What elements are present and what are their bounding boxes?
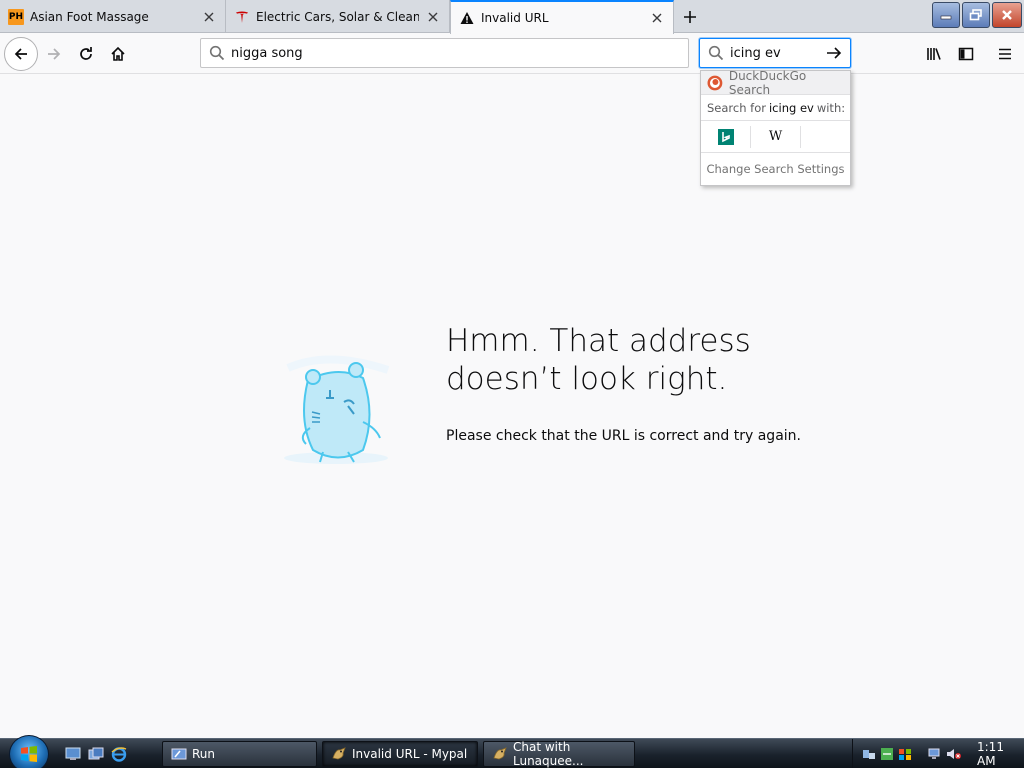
home-icon (111, 46, 125, 61)
url-bar[interactable]: nigga song (200, 38, 689, 68)
new-tab-button[interactable] (677, 4, 703, 30)
arrow-right-icon (827, 47, 842, 59)
bing-engine-button[interactable] (701, 125, 751, 148)
error-description: Please check that the URL is correct and… (446, 428, 801, 444)
sidebar-button[interactable] (950, 38, 982, 70)
url-input[interactable]: nigga song (231, 46, 303, 61)
minimize-icon (940, 15, 952, 20)
taskbar: Run Invalid URL - Mypal Chat with Lunaqu… (0, 735, 1024, 768)
show-desktop-button[interactable] (64, 745, 82, 763)
internet-explorer-button[interactable] (110, 745, 128, 763)
search-for-prefix: Search for (707, 100, 766, 115)
monitor-network-icon[interactable] (928, 746, 943, 762)
update-icon[interactable] (879, 746, 894, 762)
back-button[interactable] (4, 37, 38, 71)
restore-button[interactable] (962, 2, 990, 28)
start-button[interactable] (9, 735, 49, 768)
error-title: Hmm. That address doesn’t look right. (446, 323, 751, 397)
current-engine-row[interactable]: DuckDuckGo Search (701, 68, 850, 97)
task-mypal[interactable]: Invalid URL - Mypal (322, 741, 478, 767)
duckduckgo-icon (707, 75, 723, 90)
close-icon[interactable] (649, 10, 665, 26)
change-search-settings-button[interactable]: Change Search Settings (701, 153, 850, 185)
tab-asian-foot-massage[interactable]: PH Asian Foot Massage (0, 0, 226, 33)
forward-arrow-icon (48, 48, 61, 60)
back-arrow-icon (14, 48, 27, 60)
search-icon (209, 45, 225, 61)
search-input[interactable]: icing ev (730, 46, 822, 61)
search-go-button[interactable] (822, 41, 846, 65)
chat-icon (492, 746, 508, 762)
clock[interactable]: 1:11 AM (977, 740, 1024, 768)
engine-label: DuckDuckGo Search (728, 68, 807, 97)
tesla-icon (234, 9, 250, 25)
minimize-button[interactable] (932, 2, 960, 28)
close-icon[interactable] (201, 9, 217, 25)
network-icon[interactable] (861, 746, 876, 762)
task-chat[interactable]: Chat with Lunaquee... (483, 740, 635, 768)
search-for-term: icing ev (768, 100, 814, 115)
warning-icon (459, 10, 475, 26)
security-center-icon[interactable] (898, 746, 913, 762)
close-icon (1002, 10, 1012, 20)
sidebar-icon (958, 47, 974, 61)
internet-explorer-icon (111, 747, 127, 762)
library-button[interactable] (918, 38, 950, 70)
window-controls (932, 2, 1022, 28)
desktop-icon (65, 747, 81, 760)
close-window-button[interactable] (992, 2, 1022, 28)
tab-title: Asian Foot Massage (30, 9, 149, 24)
reload-button[interactable] (70, 38, 102, 70)
menu-button[interactable] (989, 38, 1021, 70)
one-off-engines: W (701, 121, 850, 153)
reload-icon (80, 47, 92, 60)
bing-icon (717, 128, 734, 145)
task-label: Run (192, 747, 216, 761)
restore-icon (969, 9, 982, 21)
tab-title: Invalid URL (481, 11, 549, 25)
run-icon (171, 746, 187, 762)
hamburger-menu-icon (999, 48, 1011, 60)
tab-strip: PH Asian Foot Massage Electric Cars, Sol… (0, 0, 1024, 34)
ph-icon: PH (8, 8, 24, 25)
task-run[interactable]: Run (162, 741, 317, 767)
search-popup: DuckDuckGo Search Search for icing ev wi… (700, 68, 851, 186)
switch-windows-button[interactable] (87, 745, 105, 763)
nav-bar: nigga song icing ev (0, 34, 1024, 74)
search-for-label: Search for icing ev with: (701, 95, 850, 121)
task-label: Chat with Lunaquee... (513, 740, 584, 768)
wikipedia-icon: W (768, 129, 783, 144)
volume-muted-icon[interactable] (946, 746, 962, 762)
tab-invalid-url[interactable]: Invalid URL (450, 0, 674, 34)
search-bar[interactable]: icing ev (699, 38, 851, 68)
windows-logo-icon (21, 746, 37, 762)
home-button[interactable] (102, 38, 134, 70)
library-icon (927, 48, 941, 60)
switch-windows-icon (88, 747, 104, 760)
system-tray: 1:11 AM (852, 739, 1024, 768)
search-icon (708, 45, 724, 61)
tab-tesla[interactable]: Electric Cars, Solar & Clean Energy (226, 0, 450, 33)
mypal-icon (331, 746, 347, 762)
tab-title: Electric Cars, Solar & Clean Energy (256, 9, 419, 24)
close-icon[interactable] (425, 9, 441, 25)
plus-icon (684, 11, 696, 23)
error-illustration (284, 355, 390, 464)
search-for-suffix: with: (816, 100, 846, 115)
task-label: Invalid URL - Mypal (352, 747, 468, 761)
wikipedia-engine-button[interactable]: W (751, 125, 801, 148)
forward-button[interactable] (38, 38, 70, 70)
